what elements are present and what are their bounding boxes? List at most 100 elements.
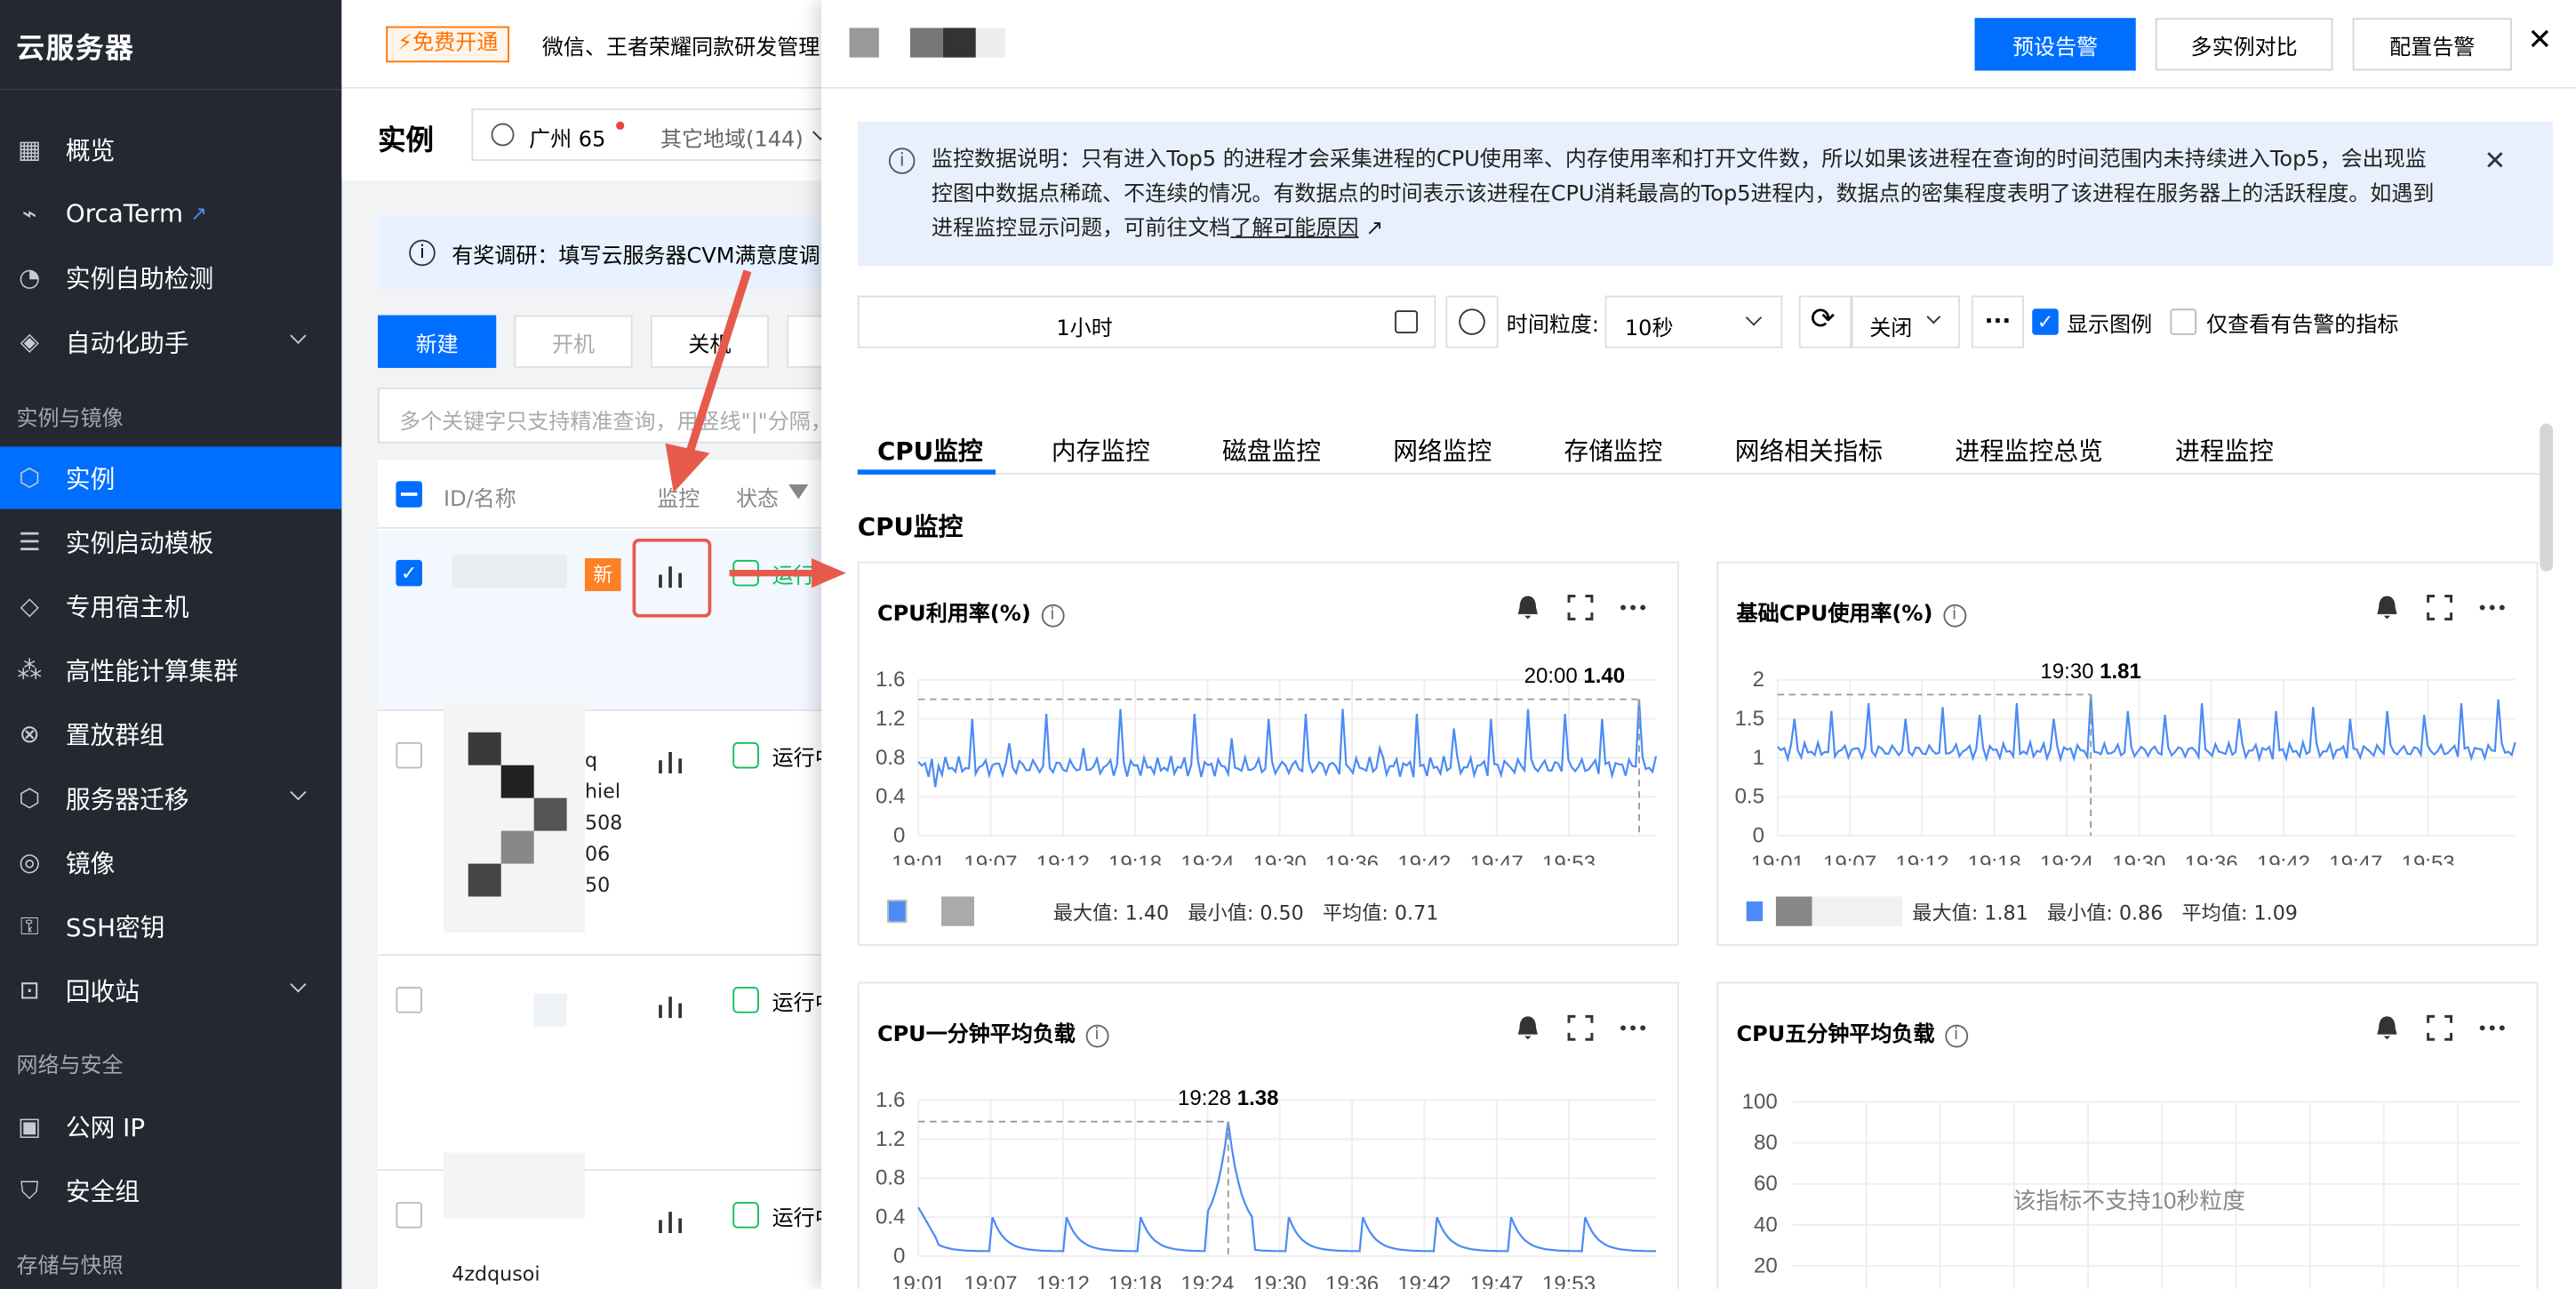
sidebar-item[interactable]: ⊡ 回收站: [0, 959, 341, 1021]
table-row[interactable]: 4zdqusoi 运行中: [378, 1152, 854, 1289]
region-selector[interactable]: 广州 65 其它地域(144): [471, 108, 867, 162]
monitor-icon[interactable]: [657, 1208, 684, 1234]
peak-tooltip: 20:00 1.40: [1524, 664, 1625, 688]
more-icon[interactable]: [2477, 1013, 2507, 1043]
info-icon[interactable]: i: [1040, 603, 1064, 627]
promo-badge[interactable]: ⚡免费开通: [386, 26, 510, 63]
sidebar-item[interactable]: ◎ 镜像: [0, 831, 341, 893]
info-icon[interactable]: i: [1084, 1023, 1108, 1047]
cluster-icon: ⁂: [17, 654, 43, 685]
tab-item[interactable]: CPU监控: [877, 434, 983, 468]
row-checkbox[interactable]: [396, 1202, 422, 1229]
monitor-icon[interactable]: [657, 993, 684, 1019]
sidebar-item[interactable]: ◈ 自动化助手: [0, 310, 341, 372]
time-range-picker[interactable]: 1小时: [857, 295, 1436, 348]
sidebar-item[interactable]: ▦ 概览: [0, 118, 341, 180]
notice-text[interactable]: 有奖调研：填写云服务器CVM满意度调: [452, 238, 820, 269]
series-line[interactable]: [917, 1121, 1657, 1253]
only-alarm-checkbox[interactable]: [2170, 308, 2197, 335]
sidebar-item[interactable]: ◇ 专用宿主机: [0, 574, 341, 636]
tab-item[interactable]: 进程监控总览: [1955, 434, 2102, 468]
sidebar-item[interactable]: ◔ 实例自助检测: [0, 246, 341, 308]
search-input[interactable]: 多个关键字只支持精准查询，用竖线"|"分隔，: [378, 387, 855, 444]
tab-item[interactable]: 网络监控: [1393, 434, 1492, 468]
promo-text[interactable]: 微信、王者荣耀同款研发管理...: [542, 29, 840, 61]
legend-marker[interactable]: [887, 900, 908, 924]
sidebar-item[interactable]: ⬡ 服务器迁移: [0, 767, 341, 829]
multi-instance-compare-button[interactable]: 多实例对比: [2155, 18, 2333, 71]
info-icon[interactable]: i: [1942, 603, 1966, 627]
cube-icon: ⬡: [19, 462, 41, 493]
sidebar-item[interactable]: ⊗ 置放群组: [0, 703, 341, 765]
more-icon[interactable]: [1618, 1013, 1647, 1043]
cpu-usage-chart[interactable]: 1.6 1.2 0.8 0.4 0 19:01 19:07 19:12 19:18 19:24 19…: [860, 652, 1681, 865]
globe-icon: [491, 123, 515, 147]
fullscreen-icon[interactable]: [1565, 593, 1595, 622]
auto-refresh-select[interactable]: 关闭: [1851, 295, 1960, 348]
tab-item[interactable]: 网络相关指标: [1735, 434, 1883, 468]
fullscreen-icon[interactable]: [2425, 593, 2454, 622]
tab-item[interactable]: 磁盘监控: [1222, 434, 1321, 468]
chevron-down-icon: [290, 784, 307, 801]
close-icon[interactable]: ✕: [2527, 26, 2554, 55]
sidebar-item[interactable]: ⬡ 实例: [0, 446, 342, 509]
more-icon[interactable]: [1618, 593, 1647, 622]
stats-text: 最大值: 1.40 最小值: 0.50 平均值: 0.71: [1052, 901, 1439, 925]
series-line[interactable]: [1776, 694, 2516, 764]
row-checkbox[interactable]: [396, 741, 422, 769]
tab-item[interactable]: 存储监控: [1564, 434, 1662, 468]
more-options-button[interactable]: ···: [1971, 295, 2024, 348]
filter-icon[interactable]: [788, 484, 809, 500]
legend-marker[interactable]: [1746, 901, 1764, 922]
bell-icon[interactable]: [2372, 1013, 2402, 1043]
fullscreen-icon[interactable]: [1565, 1013, 1595, 1043]
region-name: 广州 65: [529, 128, 606, 153]
running-icon: [732, 987, 759, 1013]
bell-icon[interactable]: [2372, 593, 2402, 622]
monitor-panel: 预设告警 多实例对比 配置告警 ✕ i 监控数据说明：只有进入Top5 的进程才…: [821, 0, 2576, 1289]
stop-button[interactable]: 关机: [650, 315, 769, 368]
select-all-checkbox[interactable]: [396, 481, 422, 508]
sidebar-item[interactable]: ☰ 实例启动模板: [0, 510, 341, 572]
card-title: CPU一分钟平均负载 i: [877, 1016, 1108, 1047]
refresh-button[interactable]: ⟳: [1798, 295, 1852, 348]
sidebar-item[interactable]: ⁂ 高性能计算集群: [0, 639, 341, 701]
row-checkbox[interactable]: [396, 987, 422, 1013]
monitor-icon[interactable]: [657, 749, 684, 773]
preset-alarm-button[interactable]: 预设告警: [1974, 18, 2136, 71]
new-instance-button[interactable]: 新建: [378, 315, 497, 368]
tab-item[interactable]: 内存监控: [1052, 434, 1150, 468]
sidebar-item-label: 镜像: [65, 848, 116, 878]
monitor-icon[interactable]: [657, 564, 684, 588]
info-icon[interactable]: i: [1944, 1023, 1968, 1047]
more-icon[interactable]: [2477, 593, 2507, 622]
bell-icon[interactable]: [1513, 1013, 1542, 1043]
row-checkbox[interactable]: ✓: [396, 559, 422, 587]
series-line[interactable]: [917, 699, 1658, 788]
close-icon[interactable]: ✕: [2484, 145, 2506, 176]
scrollbar-thumb[interactable]: [2540, 423, 2554, 572]
table-row[interactable]: 运行中: [378, 957, 855, 1171]
base-cpu-chart[interactable]: 21.510.5019:01 19:07 19:12 19:18 19:24 19:30 1…: [1718, 652, 2540, 865]
table-row[interactable]: ✓ 新 运行中: [378, 530, 855, 711]
sidebar-item[interactable]: ▣ 公网 IP: [0, 1095, 341, 1157]
fullscreen-icon[interactable]: [2425, 1013, 2454, 1043]
doc-link[interactable]: 了解可能原因: [1230, 217, 1358, 242]
section-label: 存储与快照: [16, 1254, 124, 1279]
sidebar-item[interactable]: ⚿ SSH密钥: [0, 895, 341, 957]
show-legend-checkbox[interactable]: ✓: [2032, 308, 2059, 335]
y-tick: 2: [1753, 668, 1764, 692]
clock-button[interactable]: [1445, 295, 1499, 348]
page-header: 实例 广州 65 其它地域(144): [341, 88, 867, 181]
sidebar-item[interactable]: ⌁ OrcaTerm ↗: [0, 182, 341, 244]
granularity-select[interactable]: 10秒: [1604, 295, 1783, 348]
x-tick: 19:12: [1036, 852, 1090, 865]
tab-item[interactable]: 进程监控: [2175, 434, 2274, 468]
start-button[interactable]: 开机: [514, 315, 633, 368]
page-title: 实例: [378, 124, 434, 158]
table-row[interactable]: q hiel 508 06 50 运行中: [378, 702, 855, 957]
bell-icon[interactable]: [1513, 593, 1542, 622]
sidebar-item[interactable]: ⛉ 安全组: [0, 1159, 341, 1221]
config-alarm-button[interactable]: 配置告警: [2352, 18, 2512, 71]
load1-chart[interactable]: 1.6 1.2 0.8 0.4 0 19:01 19:07 19:12 19:18 19:24 19…: [860, 1072, 1681, 1289]
